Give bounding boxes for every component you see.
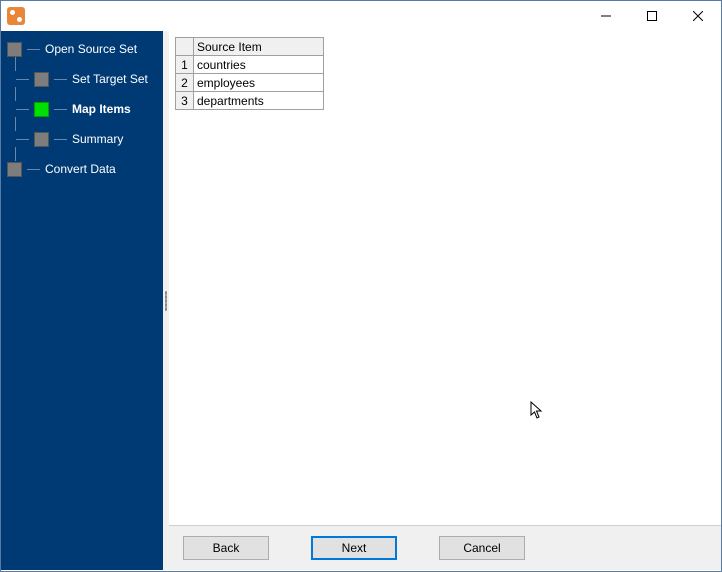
step-label: Set Target Set (72, 72, 148, 86)
table-row[interactable]: 2 employees (176, 74, 324, 92)
table-corner (176, 38, 194, 56)
step-box-icon (7, 162, 22, 177)
row-number: 1 (176, 56, 194, 74)
row-number: 3 (176, 92, 194, 110)
content-area: Source Item 1 countries 2 employees (169, 31, 721, 525)
source-item-cell[interactable]: departments (194, 92, 324, 110)
step-set-target-set[interactable]: Set Target Set (16, 71, 163, 87)
step-box-icon (34, 132, 49, 147)
table-row[interactable]: 1 countries (176, 56, 324, 74)
table-row[interactable]: 3 departments (176, 92, 324, 110)
source-items-table[interactable]: Source Item 1 countries 2 employees (175, 37, 324, 110)
minimize-button[interactable] (583, 1, 629, 31)
cancel-button[interactable]: Cancel (439, 536, 525, 560)
minimize-icon (601, 11, 611, 21)
close-icon (693, 11, 703, 21)
step-label: Map Items (72, 102, 131, 116)
step-summary[interactable]: Summary (16, 131, 163, 147)
next-button[interactable]: Next (311, 536, 397, 560)
column-header-source-item[interactable]: Source Item (194, 38, 324, 56)
maximize-button[interactable] (629, 1, 675, 31)
step-box-icon (34, 102, 49, 117)
wizard-footer: Back Next Cancel (169, 525, 721, 570)
step-label: Convert Data (45, 162, 116, 176)
step-convert-data[interactable]: Convert Data (7, 161, 163, 177)
titlebar (1, 1, 721, 31)
step-map-items[interactable]: Map Items (16, 101, 163, 117)
close-button[interactable] (675, 1, 721, 31)
step-label: Open Source Set (45, 42, 137, 56)
step-label: Summary (72, 132, 123, 146)
app-icon (7, 7, 25, 25)
grip-icon (165, 291, 167, 311)
source-item-cell[interactable]: countries (194, 56, 324, 74)
step-open-source-set[interactable]: Open Source Set (7, 41, 163, 57)
source-item-cell[interactable]: employees (194, 74, 324, 92)
step-box-icon (34, 72, 49, 87)
step-box-icon (7, 42, 22, 57)
row-number: 2 (176, 74, 194, 92)
wizard-window: Open Source Set Set Target Set Map Items (0, 0, 722, 572)
maximize-icon (647, 11, 657, 21)
back-button[interactable]: Back (183, 536, 269, 560)
wizard-steps-sidebar: Open Source Set Set Target Set Map Items (1, 31, 163, 570)
